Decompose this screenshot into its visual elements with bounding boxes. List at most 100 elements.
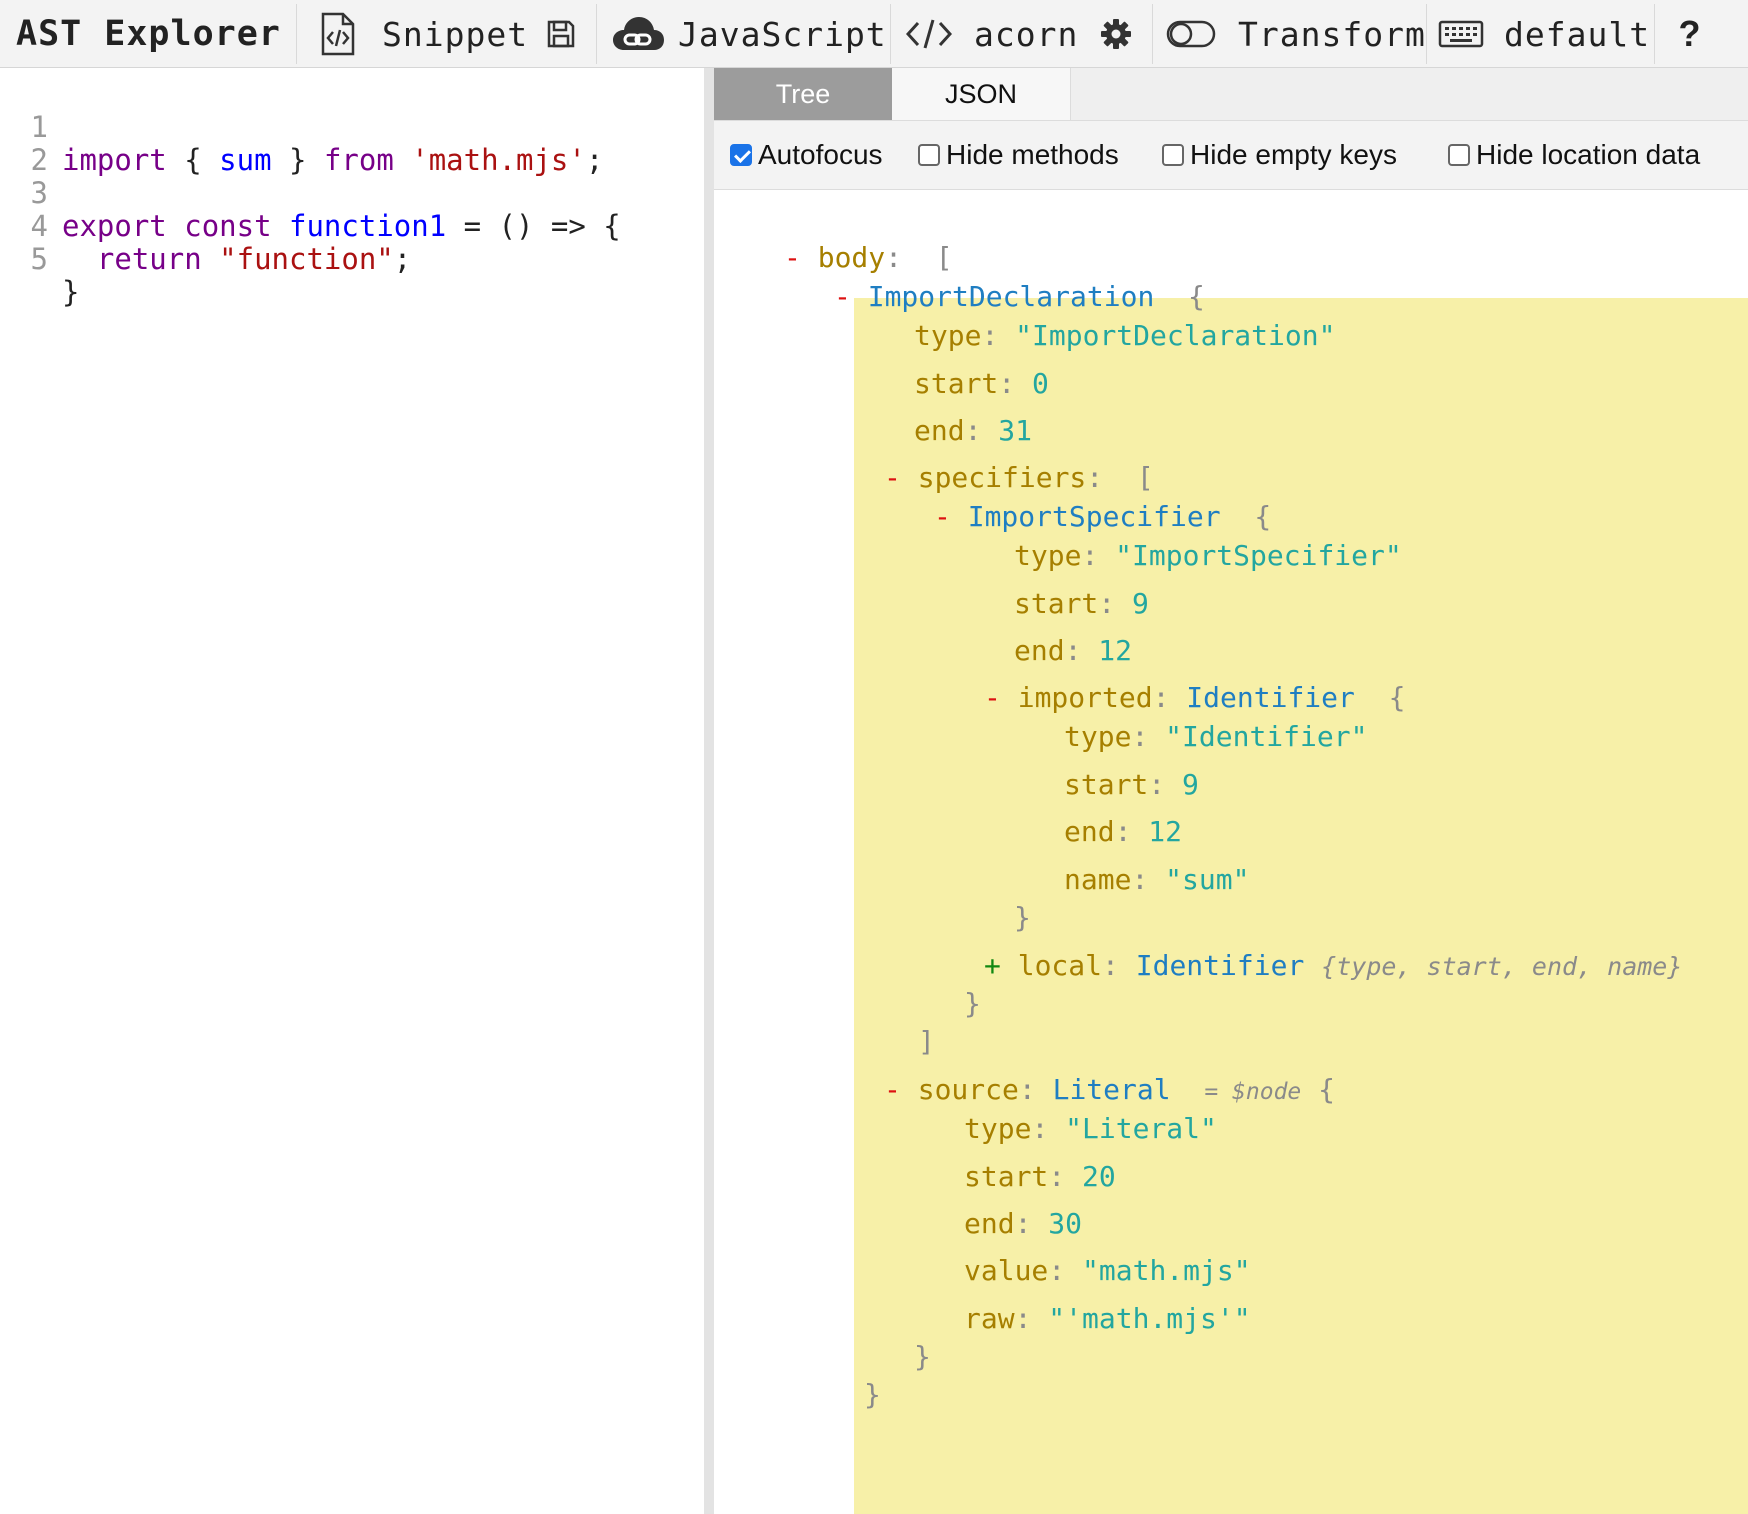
tree-colon: : — [1031, 1112, 1049, 1145]
toolbar-divider — [1654, 4, 1655, 64]
collapse-toggle[interactable]: - — [934, 500, 951, 533]
output-tabs: Tree JSON — [714, 68, 1748, 121]
tree-row: start: 9 — [1064, 767, 1199, 803]
code-token: sum — [219, 143, 272, 177]
hide-empty-keys-option[interactable]: Hide empty keys — [1162, 135, 1397, 175]
tree-row: start: 0 — [914, 366, 1049, 402]
tree-node-type[interactable]: Literal — [1053, 1073, 1171, 1106]
tree-key: type — [914, 319, 982, 352]
tree-punct: } — [914, 1340, 931, 1373]
hide-empty-keys-label: Hide empty keys — [1190, 139, 1397, 170]
tree-punct: } — [1014, 901, 1031, 934]
tab-json[interactable]: JSON — [892, 68, 1071, 120]
collapse-toggle[interactable]: - — [984, 681, 1001, 714]
tree-key[interactable]: imported — [1018, 681, 1153, 714]
hide-empty-keys-checkbox[interactable] — [1162, 144, 1184, 166]
collapse-toggle[interactable]: - — [784, 241, 801, 274]
toolbar-divider — [1152, 4, 1153, 64]
tree-key: end — [964, 1207, 1015, 1240]
tree-value: 0 — [1032, 367, 1049, 400]
tree-row-specifiers: - specifiers: [ — [884, 460, 1154, 496]
save-button[interactable] — [546, 0, 582, 68]
keymap-selector[interactable]: default — [1438, 0, 1649, 68]
tree-key: start — [1064, 768, 1149, 801]
tree-row: type: "Literal" — [964, 1111, 1217, 1147]
language-selector[interactable]: JavaScript — [612, 0, 886, 68]
collapse-toggle[interactable]: - — [884, 1073, 901, 1106]
tree-node-type[interactable]: Identifier — [1136, 949, 1305, 982]
tab-tree[interactable]: Tree — [714, 68, 892, 120]
tree-colon: : — [964, 414, 982, 447]
transform-toggle[interactable]: Transform — [1166, 0, 1425, 68]
code-token: { — [166, 143, 220, 177]
tree-row: type: "Identifier" — [1064, 719, 1367, 755]
tree-colon: : — [981, 319, 999, 352]
tree-row: type: "ImportSpecifier" — [1014, 538, 1402, 574]
tree-key: end — [1014, 634, 1065, 667]
parser-settings-button[interactable] — [1100, 0, 1136, 68]
code-line: 1 import { sum } from 'math.mjs'; — [0, 78, 604, 177]
collapse-toggle[interactable]: - — [884, 461, 901, 494]
tree-row: } — [1014, 900, 1031, 936]
parser-selector[interactable]: acorn — [906, 0, 1079, 68]
code-token: function1 — [289, 209, 447, 243]
hide-methods-label: Hide methods — [946, 139, 1119, 170]
tree-key: value — [964, 1254, 1049, 1287]
tree-key: type — [1014, 539, 1082, 572]
tree-colon: : — [1114, 815, 1132, 848]
tree-colon: : — [885, 241, 903, 274]
tree-node-type[interactable]: ImportDeclaration — [868, 280, 1155, 313]
code-file-icon — [318, 12, 358, 56]
snippet-label: Snippet — [382, 14, 529, 54]
collapse-toggle[interactable]: - — [834, 280, 851, 313]
tree-key: type — [1064, 720, 1132, 753]
parser-label: acorn — [974, 14, 1079, 54]
tree-key[interactable]: source — [918, 1073, 1019, 1106]
expand-toggle[interactable]: + — [984, 949, 1001, 982]
tree-key[interactable]: local — [1018, 949, 1102, 982]
code-token: ; — [393, 242, 412, 276]
tree-row: end: 12 — [1014, 633, 1132, 669]
toolbar-divider — [890, 4, 891, 64]
help-button[interactable]: ? — [1668, 0, 1712, 68]
hide-methods-option[interactable]: Hide methods — [918, 135, 1119, 175]
autofocus-label: Autofocus — [758, 139, 883, 170]
tree-punct: { — [1318, 1073, 1335, 1106]
hide-location-data-checkbox[interactable] — [1448, 144, 1470, 166]
tree-row-imported: - imported: Identifier { — [984, 680, 1405, 716]
code-line: 3 export const function1 = () => { — [0, 144, 621, 243]
autofocus-option[interactable]: Autofocus — [730, 135, 883, 175]
code-editor[interactable]: 1 import { sum } from 'math.mjs'; 2 3 ex… — [0, 68, 704, 1514]
snippet-button[interactable]: Snippet — [318, 0, 528, 68]
tree-node-type[interactable]: Identifier — [1186, 681, 1355, 714]
tree-key: name — [1064, 863, 1132, 896]
tree-row: raw: "'math.mjs'" — [964, 1301, 1251, 1337]
autofocus-checkbox[interactable] — [730, 144, 752, 166]
tree-node-type[interactable]: ImportSpecifier — [968, 500, 1221, 533]
tree-key[interactable]: body — [818, 241, 885, 274]
tree-value: "sum" — [1165, 863, 1250, 896]
line-number: 5 — [30, 242, 48, 276]
hide-location-data-option[interactable]: Hide location data — [1448, 135, 1700, 175]
tree-colon: : — [1018, 1073, 1036, 1106]
line-content: return "function"; — [62, 243, 411, 276]
toggle-icon — [1166, 19, 1216, 49]
tree-row-body: - body: [ — [784, 240, 953, 276]
tree-row-import-declaration: - ImportDeclaration { — [834, 279, 1205, 315]
hide-methods-checkbox[interactable] — [918, 144, 940, 166]
tree-row: } — [964, 986, 981, 1022]
tree-row-source: - source: Literal = $node { — [884, 1072, 1335, 1108]
tree-key[interactable]: specifiers — [918, 461, 1087, 494]
tree-punct: { — [1188, 280, 1205, 313]
pane-resize-handle[interactable] — [704, 68, 714, 1514]
tree-row: ] — [918, 1024, 935, 1060]
tree-key: start — [914, 367, 999, 400]
code-token: ; — [585, 143, 604, 177]
tree-colon: : — [1081, 539, 1099, 572]
tree-punct: [ — [1136, 461, 1154, 494]
toolbar-divider — [296, 4, 297, 64]
code-line: 2 — [0, 111, 70, 177]
help-label: ? — [1678, 13, 1702, 54]
app-brand: AST Explorer — [16, 0, 286, 68]
